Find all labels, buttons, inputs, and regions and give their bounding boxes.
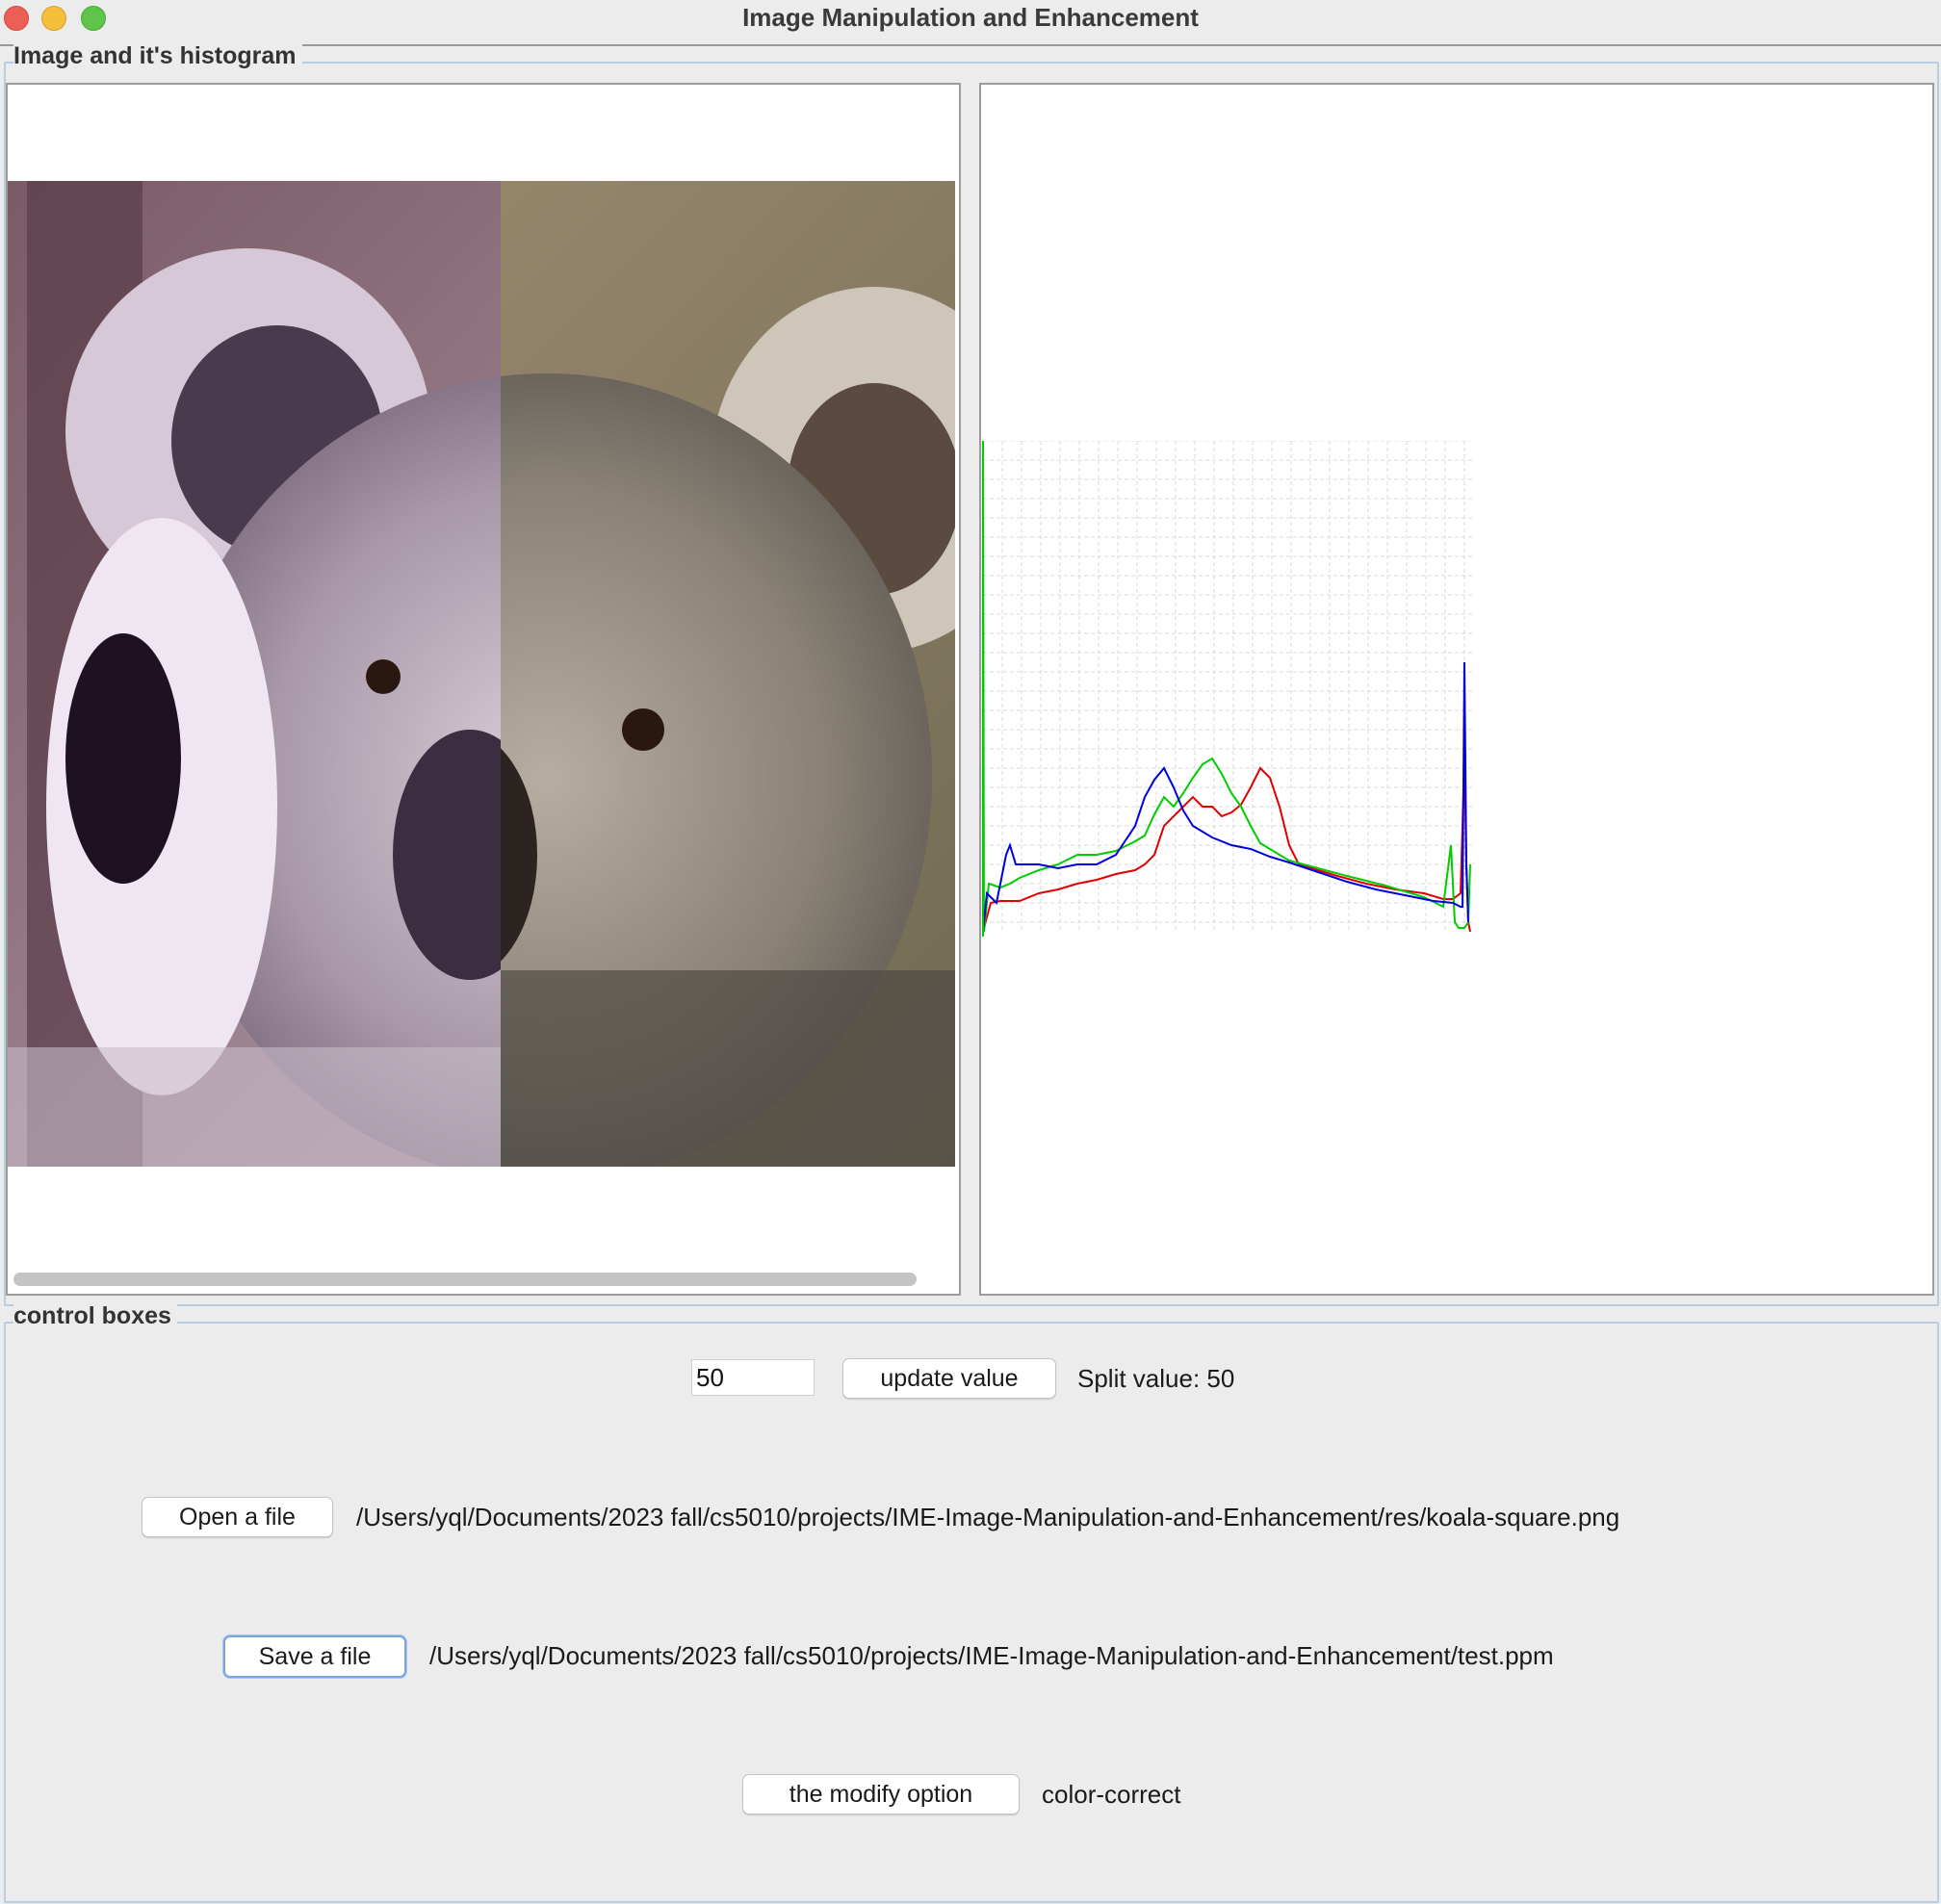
split-value-label: Split value: 50 bbox=[1077, 1364, 1235, 1393]
horizontal-scrollbar[interactable] bbox=[13, 1273, 917, 1286]
window-title: Image Manipulation and Enhancement bbox=[742, 3, 1199, 32]
update-value-button[interactable]: update value bbox=[842, 1358, 1056, 1399]
histogram-panel bbox=[979, 83, 1934, 1296]
histogram-grid bbox=[982, 441, 1472, 932]
histogram-chart bbox=[982, 441, 1472, 937]
save-file-path: /Users/yql/Documents/2023 fall/cs5010/pr… bbox=[429, 1641, 1554, 1670]
open-file-path: /Users/yql/Documents/2023 fall/cs5010/pr… bbox=[356, 1503, 1620, 1531]
image-group-legend: Image and it's histogram bbox=[13, 42, 302, 70]
histogram-blue-line bbox=[982, 661, 1469, 933]
split-value-input[interactable] bbox=[691, 1359, 815, 1396]
open-file-button[interactable]: Open a file bbox=[142, 1497, 333, 1537]
controls-group-legend: control boxes bbox=[13, 1302, 177, 1330]
title-bar: Image Manipulation and Enhancement bbox=[0, 0, 1941, 46]
histogram-green-line bbox=[982, 441, 1471, 933]
image-scroll-pane[interactable] bbox=[6, 83, 961, 1296]
modify-option-button[interactable]: the modify option bbox=[742, 1774, 1020, 1814]
koala-image bbox=[8, 181, 955, 1167]
control-boxes-group: control boxes update value Split value: … bbox=[4, 1302, 1939, 1903]
image-histogram-group: Image and it's histogram bbox=[4, 42, 1939, 1306]
modify-option-value: color-correct bbox=[1042, 1780, 1181, 1809]
save-file-button[interactable]: Save a file bbox=[223, 1635, 406, 1678]
